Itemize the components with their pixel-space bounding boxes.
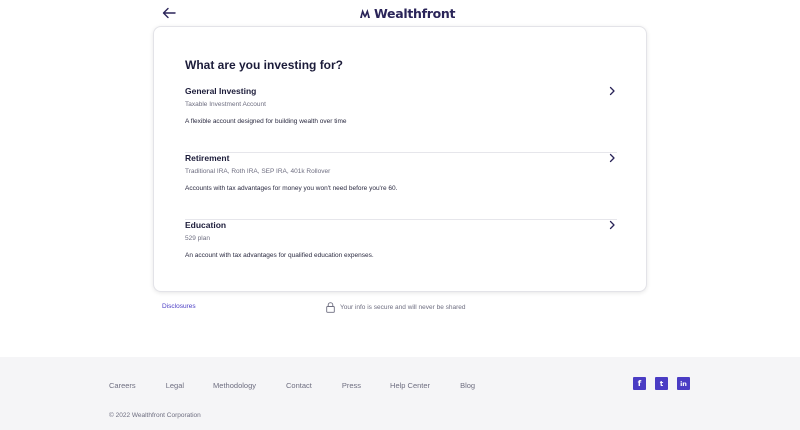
footer: Careers Legal Methodology Contact Press … — [0, 357, 800, 430]
option-subtitle: Traditional IRA, Roth IRA, SEP IRA, 401k… — [185, 168, 331, 175]
account-type-card: What are you investing for? General Inve… — [153, 26, 647, 292]
wealthfront-logo[interactable]: Wealthfront — [359, 4, 455, 22]
option-title: Retirement — [185, 153, 230, 163]
brand-name: Wealthfront — [374, 5, 456, 21]
footer-link-blog[interactable]: Blog — [460, 381, 475, 390]
option-description: A flexible account designed for building… — [185, 118, 347, 125]
chevron-right-icon — [609, 86, 615, 96]
disclosures-link[interactable]: Disclosures — [162, 303, 196, 310]
back-button[interactable] — [160, 4, 178, 22]
facebook-icon[interactable]: f — [633, 377, 646, 390]
copyright: © 2022 Wealthfront Corporation — [109, 412, 201, 419]
option-subtitle: 529 plan — [185, 235, 210, 242]
security-note-text: Your info is secure and will never be sh… — [340, 304, 466, 311]
footer-link-press[interactable]: Press — [342, 381, 361, 390]
arrow-left-icon — [162, 7, 176, 19]
security-note: Your info is secure and will never be sh… — [326, 302, 466, 313]
option-education[interactable]: Education 529 plan An account with tax a… — [185, 220, 617, 287]
option-title: Education — [185, 220, 227, 230]
below-card-row: Disclosures Your info is secure and will… — [0, 302, 800, 317]
option-description: Accounts with tax advantages for money y… — [185, 185, 398, 192]
footer-links: Careers Legal Methodology Contact Press … — [109, 381, 475, 390]
chevron-right-icon — [609, 153, 615, 163]
wealthfront-logo-icon — [360, 9, 370, 18]
option-retirement[interactable]: Retirement Traditional IRA, Roth IRA, SE… — [185, 153, 617, 220]
option-title: General Investing — [185, 86, 257, 96]
footer-link-methodology[interactable]: Methodology — [213, 381, 256, 390]
twitter-icon[interactable]: t — [655, 377, 668, 390]
option-subtitle: Taxable Investment Account — [185, 101, 266, 108]
footer-link-legal[interactable]: Legal — [166, 381, 184, 390]
page-title: What are you investing for? — [185, 58, 344, 72]
option-description: An account with tax advantages for quali… — [185, 252, 374, 259]
footer-link-help-center[interactable]: Help Center — [390, 381, 430, 390]
chevron-right-icon — [609, 220, 615, 230]
footer-link-contact[interactable]: Contact — [286, 381, 312, 390]
option-general-investing[interactable]: General Investing Taxable Investment Acc… — [185, 86, 617, 153]
lock-icon — [326, 302, 335, 313]
footer-link-careers[interactable]: Careers — [109, 381, 136, 390]
linkedin-icon[interactable]: in — [677, 377, 690, 390]
top-bar: Wealthfront — [0, 0, 800, 26]
